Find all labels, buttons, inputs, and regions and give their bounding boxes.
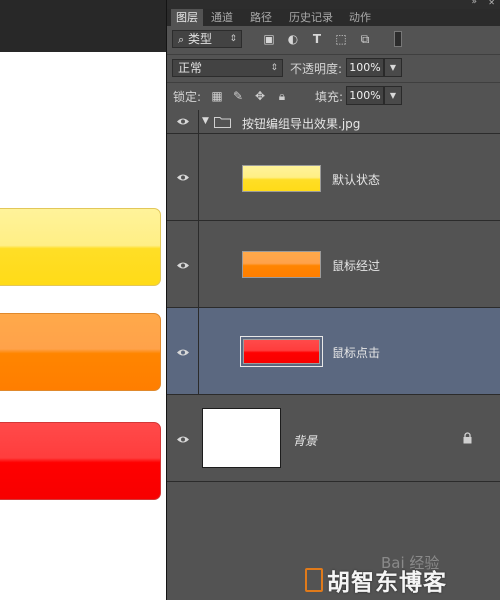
tab-history[interactable]: 历史记录 [284,9,338,26]
folder-icon [214,117,231,128]
visibility-column [167,110,199,133]
lock-label: 锁定: [173,90,202,104]
layer-row-click[interactable]: 鼠标点击 [167,308,500,395]
layer-thumbnail [202,408,281,468]
chevron-updown-icon: ⇕ [229,34,237,44]
canvas-button-default [0,208,161,286]
tab-paths[interactable]: 路径 [245,9,277,26]
search-icon: ⌕ [178,33,185,46]
visibility-column [167,134,199,220]
blend-row: 正常 ⇕ 不透明度: 100% ▼ [167,55,500,83]
lock-row: 锁定: ▦ ✎ ✥ 🔒︎ 填充: 100% ▼ [167,83,500,111]
filter-row: ⌕ 类型 ⇕ ▣ ◐ T ⬚ ⧉ [167,26,500,55]
layer-thumbnail [243,339,320,364]
toggle-switch-icon[interactable] [394,31,402,47]
opacity-label: 不透明度: [290,62,343,76]
layer-row-hover[interactable]: 鼠标经过 [167,221,500,308]
fill-input[interactable]: 100% [346,86,384,105]
tab-channels[interactable]: 通道 [206,9,238,26]
filter-kind-select[interactable]: ⌕ 类型 ⇕ [172,30,242,48]
layer-group-row[interactable]: ▼ 按钮编组导出效果.jpg [167,110,500,134]
lock-all-icon[interactable]: 🔒︎ [275,89,289,103]
chevron-updown-icon: ⇕ [270,63,278,73]
blend-mode-select[interactable]: 正常 ⇕ [172,59,283,77]
group-name: 按钮编组导出效果.jpg [242,117,361,131]
layer-thumbnail-frame [240,336,323,367]
expand-triangle-icon[interactable]: ▼ [202,116,209,126]
eye-icon[interactable] [176,261,190,270]
panel-title-strip: » ✕ [167,0,500,9]
layers-list: ▼ 按钮编组导出效果.jpg 默认状态 鼠标经过 鼠标点击 背景 [167,110,500,600]
site-watermark: 胡智东博客 [327,570,447,596]
collapse-icon[interactable]: » [471,0,477,7]
close-panel-icon[interactable]: ✕ [488,0,495,7]
panel-tabbar: 图层 通道 路径 历史记录 动作 [167,9,500,26]
eye-icon[interactable] [176,348,190,357]
shape-icon[interactable]: ⬚ [334,32,348,46]
document-canvas[interactable] [0,52,166,600]
visibility-column [167,308,199,394]
layer-row-background[interactable]: 背景 [167,395,500,482]
chevron-down-icon[interactable]: ▼ [384,58,402,77]
layer-name: 默认状态 [332,173,381,187]
lock-transparent-icon[interactable]: ▦ [210,89,224,103]
adjustment-icon[interactable]: ◐ [286,32,300,46]
layer-name: 鼠标经过 [332,259,381,273]
canvas-button-click [0,422,161,500]
lock-icon [463,432,472,444]
visibility-column [167,221,199,307]
text-icon[interactable]: T [310,32,324,46]
layer-name: 背景 [293,434,318,448]
chevron-down-icon[interactable]: ▼ [384,86,402,105]
eye-icon[interactable] [176,435,190,444]
site-logo-icon [305,568,323,592]
eye-icon[interactable] [176,117,190,126]
blend-mode-label: 正常 [178,61,203,75]
visibility-column [167,395,199,481]
image-icon[interactable]: ▣ [262,32,276,46]
layers-panel: » ✕ 图层 通道 路径 历史记录 动作 ⌕ 类型 ⇕ ▣ ◐ T ⬚ ⧉ 正常… [166,0,500,600]
fill-label: 填充: [315,90,344,104]
layer-thumbnail [242,165,321,192]
layer-thumbnail [242,251,321,278]
canvas-top-area [0,0,166,52]
lock-position-icon[interactable]: ✥ [253,89,267,103]
eye-icon[interactable] [176,173,190,182]
smart-object-icon[interactable]: ⧉ [358,32,372,46]
layer-name: 鼠标点击 [332,346,381,360]
layer-row-default[interactable]: 默认状态 [167,134,500,221]
opacity-input[interactable]: 100% [346,58,384,77]
tab-actions[interactable]: 动作 [344,9,376,26]
canvas-button-hover [0,313,161,391]
filter-kind-label: 类型 [188,32,213,46]
lock-paint-icon[interactable]: ✎ [231,89,245,103]
tab-layers[interactable]: 图层 [171,9,203,26]
